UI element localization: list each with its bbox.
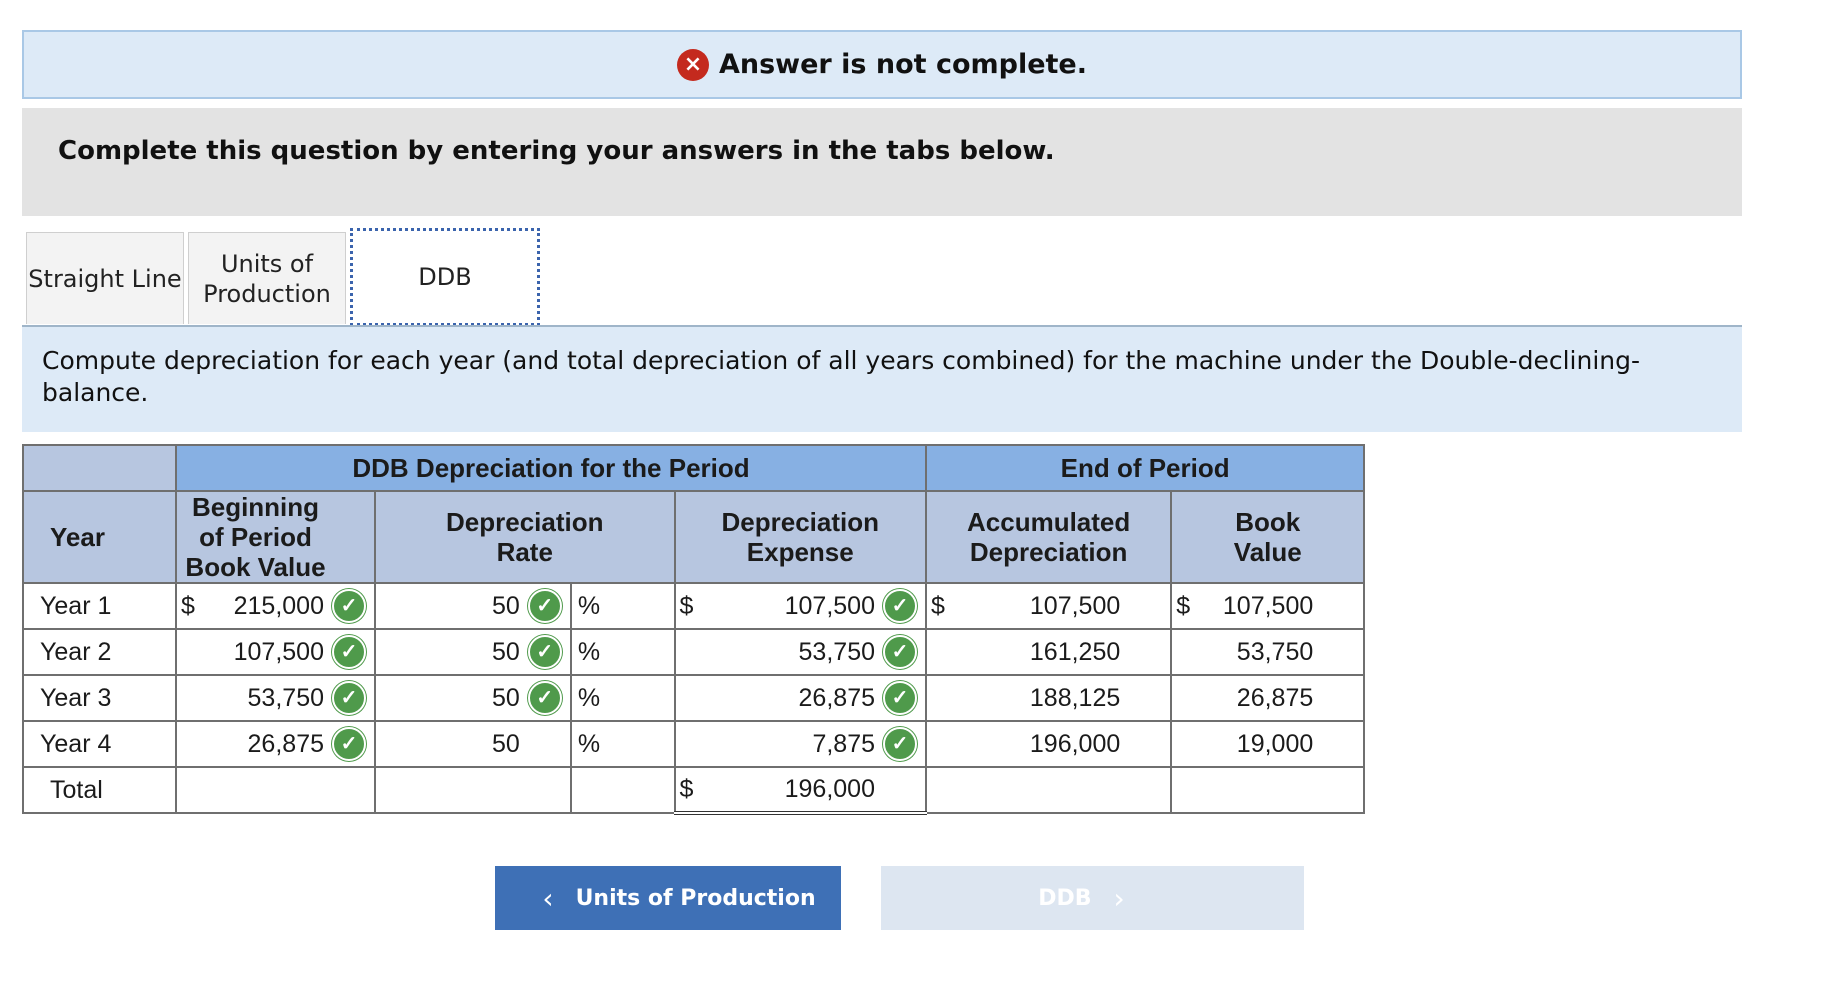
currency-symbol: $ (931, 591, 945, 620)
answer-status-banner: × Answer is not complete. (22, 30, 1742, 99)
year-label: Year 1 (40, 591, 112, 620)
year-label: Year 3 (40, 683, 112, 712)
total-label: Total (50, 775, 103, 804)
check-icon: ✓ (883, 727, 917, 761)
accumulated-value: 196,000 (1029, 729, 1121, 758)
book-value: 53,750 (1236, 637, 1314, 666)
col-header-accumulated: Accumulated Depreciation (924, 490, 1173, 584)
year-label: Year 4 (40, 729, 112, 758)
year-label: Year 2 (40, 637, 112, 666)
check-icon: ✓ (332, 635, 366, 669)
beginning-value-input[interactable]: 107,500 (234, 638, 324, 667)
currency-symbol: $ (679, 591, 694, 620)
table-row: Year 3 53,750 ✓ 50 ✓ % 26,875 ✓ 188,125 … (22, 674, 1366, 722)
expense-input[interactable]: 7,875 (812, 730, 875, 759)
percent-sign: % (577, 637, 601, 666)
col-header-year: Year (22, 490, 177, 584)
rate-input[interactable]: 50 (492, 684, 520, 713)
question-prompt: Compute depreciation for each year (and … (22, 327, 1742, 432)
chevron-left-icon: ‹ (542, 881, 554, 915)
instruction-box: Complete this question by entering your … (22, 108, 1742, 216)
banner-text: Answer is not complete. (718, 49, 1088, 80)
header-blank (22, 444, 177, 492)
currency-symbol: $ (1176, 591, 1191, 620)
accumulated-value: 161,250 (1029, 637, 1121, 666)
table-row: Year 2 107,500 ✓ 50 ✓ % 53,750 ✓ 161,250… (22, 628, 1366, 676)
rate-input[interactable]: 50 (492, 638, 520, 667)
check-icon: ✓ (332, 727, 366, 761)
expense-input[interactable]: 107,500 (785, 592, 875, 621)
accumulated-value: 107,500 (1029, 591, 1121, 620)
check-icon: ✓ (883, 635, 917, 669)
book-value: 19,000 (1236, 729, 1314, 758)
percent-sign: % (577, 729, 601, 758)
end-group-header: End of Period (924, 444, 1366, 492)
currency-symbol: $ (181, 591, 195, 620)
check-icon: ✓ (332, 681, 366, 715)
tab-units-of-production[interactable]: Units of Production (188, 232, 346, 324)
check-icon: ✓ (527, 589, 562, 623)
table-row: Year 1 $ 215,000 ✓ 50 ✓ % $ 107,500 ✓ $ … (22, 582, 1366, 630)
tab-ddb[interactable]: DDB (350, 228, 540, 326)
col-header-beginning: Beginning of Period Book Value (175, 490, 376, 584)
tab-label: Straight Line (28, 264, 182, 293)
accumulated-value: 188,125 (1029, 683, 1121, 712)
tab-label: DDB (418, 263, 472, 291)
rate-input[interactable]: 50 (492, 592, 520, 621)
x-circle-icon: × (676, 48, 709, 81)
currency-symbol: $ (679, 775, 694, 803)
tab-straight-line[interactable]: Straight Line (26, 232, 184, 324)
expense-input[interactable]: 26,875 (799, 684, 875, 713)
percent-sign: % (577, 591, 601, 620)
book-value: 107,500 (1222, 591, 1314, 620)
book-value: 26,875 (1236, 683, 1314, 712)
prompt-text: Compute depreciation for each year (and … (42, 346, 1641, 407)
col-header-expense: Depreciation Expense (673, 490, 927, 584)
chevron-right-icon: › (1113, 881, 1125, 915)
beginning-value-input[interactable]: 53,750 (248, 684, 324, 713)
instruction-text: Complete this question by entering your … (58, 136, 1055, 166)
expense-input[interactable]: 53,750 (799, 638, 875, 667)
check-icon: ✓ (332, 589, 366, 623)
check-icon: ✓ (883, 589, 917, 623)
prev-tab-label: Units of Production (575, 885, 816, 911)
check-icon: ✓ (883, 681, 917, 715)
check-icon: ✓ (527, 681, 562, 715)
beginning-value-input[interactable]: 26,875 (248, 730, 324, 759)
ddb-depreciation-table: DDB Depreciation for the Period End of P… (22, 444, 1366, 815)
rate-input[interactable]: 50 (492, 730, 520, 759)
tab-label: Units of Production (203, 249, 331, 308)
col-header-book: Book Value (1170, 490, 1366, 584)
prev-tab-button[interactable]: ‹ Units of Production (495, 866, 841, 930)
ddb-group-header: DDB Depreciation for the Period (175, 444, 927, 492)
col-header-rate: Depreciation Rate (374, 490, 676, 584)
check-icon: ✓ (527, 635, 562, 669)
next-tab-button: DDB › (881, 866, 1304, 930)
total-expense-input[interactable]: 196,000 (785, 775, 875, 804)
percent-sign: % (577, 683, 601, 712)
total-row: Total $ 196,000 (22, 766, 1366, 815)
table-row: Year 4 26,875 ✓ 50 % 7,875 ✓ 196,000 19,… (22, 720, 1366, 768)
beginning-value-input[interactable]: 215,000 (234, 592, 324, 621)
next-tab-label: DDB (1038, 885, 1092, 911)
